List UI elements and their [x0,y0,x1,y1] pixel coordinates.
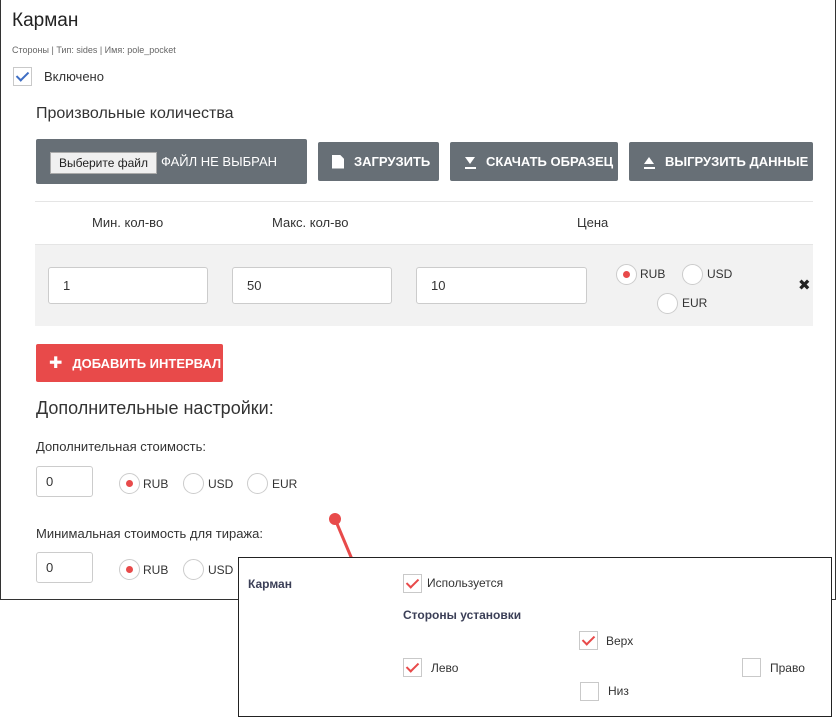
checkmark-icon [405,659,420,673]
download-icon [464,155,476,169]
row-currency-eur-radio[interactable] [657,293,678,314]
preview-title: Карман [248,577,292,591]
plus-icon: ✚ [49,355,63,372]
min-run-cost-usd-label: USD [208,563,234,577]
download-sample-button[interactable]: СКАЧАТЬ ОБРАЗЕЦ [450,142,618,181]
additional-cost-input[interactable]: 0 [36,466,93,497]
row-currency-eur-label: EUR [682,296,708,310]
additional-cost-usd-radio[interactable] [183,473,204,494]
panel-subtitle: Стороны | Тип: sides | Имя: pole_pocket [12,45,176,55]
row-currency-rub-radio[interactable] [616,264,637,285]
min-run-cost-rub-radio[interactable] [119,559,140,580]
download-sample-label: СКАЧАТЬ ОБРАЗЕЦ [486,154,614,169]
export-label: ВЫГРУЗИТЬ ДАННЫЕ [665,154,809,169]
used-checkbox[interactable] [403,574,422,593]
document-icon [332,154,344,169]
file-picker[interactable]: Выберите файл ФАЙЛ НЕ ВЫБРАН [36,139,307,184]
additional-cost-eur-radio[interactable] [247,473,268,494]
top-side-checkbox[interactable] [579,631,598,650]
additional-cost-label: Дополнительная стоимость: [36,439,207,454]
upload-label: ЗАГРУЗИТЬ [354,154,431,169]
additional-cost-eur-label: EUR [272,477,298,491]
left-side-label: Лево [431,661,459,675]
additional-cost-rub-radio[interactable] [119,473,140,494]
upload-icon [643,155,655,169]
checkmark-icon [581,632,596,646]
export-data-button[interactable]: ВЫГРУЗИТЬ ДАННЫЕ [629,142,813,181]
right-side-label: Право [770,661,805,675]
row-currency-usd-radio[interactable] [682,264,703,285]
checkmark-icon [405,575,420,589]
pocket-settings-panel: Карман Стороны | Тип: sides | Имя: pole_… [0,0,836,600]
quantities-heading: Произвольные количества [36,105,234,122]
additional-cost-rub-label: RUB [143,477,169,491]
price-input[interactable]: 10 [416,267,587,304]
min-run-cost-usd-radio[interactable] [183,559,204,580]
top-side-label: Верх [606,634,634,648]
min-qty-input[interactable]: 1 [48,267,208,304]
bottom-side-label: Низ [608,684,629,698]
min-run-cost-rub-label: RUB [143,563,169,577]
delete-row-icon[interactable]: ✖ [798,276,811,294]
extra-settings-heading: Дополнительные настройки: [36,398,274,418]
row-currency-rub-label: RUB [640,267,666,281]
right-side-checkbox[interactable] [742,658,761,677]
enabled-label: Включено [44,69,104,84]
used-label: Используется [427,576,504,590]
row-currency-usd-label: USD [707,267,733,281]
col-header-max: Макс. кол-во [272,215,349,230]
left-side-checkbox[interactable] [403,658,422,677]
bottom-side-checkbox[interactable] [580,682,599,701]
add-interval-button[interactable]: ✚ ДОБАВИТЬ ИНТЕРВАЛ [36,344,223,382]
min-run-cost-label: Минимальная стоимость для тиража: [36,526,263,541]
enabled-checkbox[interactable] [13,67,32,86]
preview-popup: Карман Используется Стороны установки Ве… [238,557,832,717]
sides-heading: Стороны установки [403,608,522,622]
panel-title: Карман [12,10,79,31]
no-file-label: ФАЙЛ НЕ ВЫБРАН [161,154,277,169]
additional-cost-usd-label: USD [208,477,234,491]
divider [35,201,813,202]
choose-file-button[interactable]: Выберите файл [50,152,157,174]
add-interval-label: ДОБАВИТЬ ИНТЕРВАЛ [72,355,222,371]
col-header-price: Цена [577,215,609,230]
checkmark-icon [15,68,30,82]
min-run-cost-input[interactable]: 0 [36,552,93,583]
max-qty-input[interactable]: 50 [232,267,392,304]
upload-button[interactable]: ЗАГРУЗИТЬ [318,142,439,181]
col-header-min: Мин. кол-во [92,215,164,230]
